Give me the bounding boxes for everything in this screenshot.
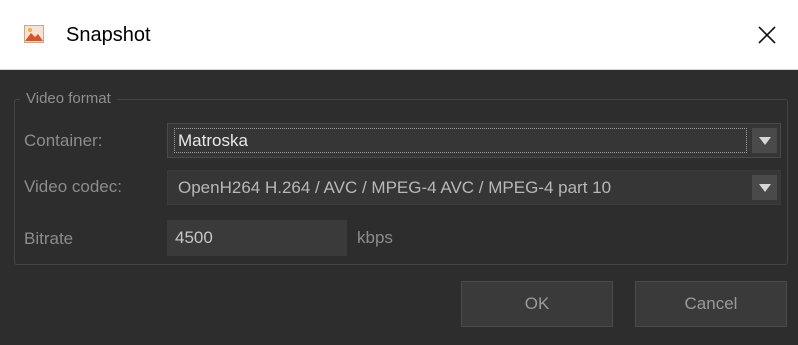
container-dropdown[interactable]: Matroska	[167, 123, 781, 158]
video-codec-label: Video codec:	[24, 177, 122, 196]
close-button[interactable]	[736, 0, 798, 70]
bitrate-value: 4500	[175, 228, 213, 247]
bitrate-unit: kbps	[357, 228, 393, 247]
group-title: Video format	[20, 88, 117, 110]
bitrate-input[interactable]: 4500	[167, 220, 347, 256]
close-icon	[758, 26, 776, 44]
video-codec-dropdown[interactable]: OpenH264 H.264 / AVC / MPEG-4 AVC / MPEG…	[167, 170, 781, 205]
window-title: Snapshot	[66, 24, 151, 46]
snapshot-image-icon	[24, 25, 44, 43]
video-codec-value: OpenH264 H.264 / AVC / MPEG-4 AVC / MPEG…	[178, 178, 612, 197]
title-bar: Snapshot	[0, 0, 798, 70]
container-value: Matroska	[178, 131, 248, 150]
dialog-body: Video format Container: Matroska Video c…	[0, 70, 798, 345]
cancel-button[interactable]: Cancel	[635, 281, 787, 327]
chevron-down-icon[interactable]	[752, 128, 777, 153]
container-label: Container:	[24, 131, 103, 150]
ok-button[interactable]: OK	[461, 281, 613, 327]
focus-rect	[174, 128, 747, 153]
chevron-down-icon[interactable]	[752, 175, 777, 200]
bitrate-label: Bitrate	[24, 229, 74, 248]
